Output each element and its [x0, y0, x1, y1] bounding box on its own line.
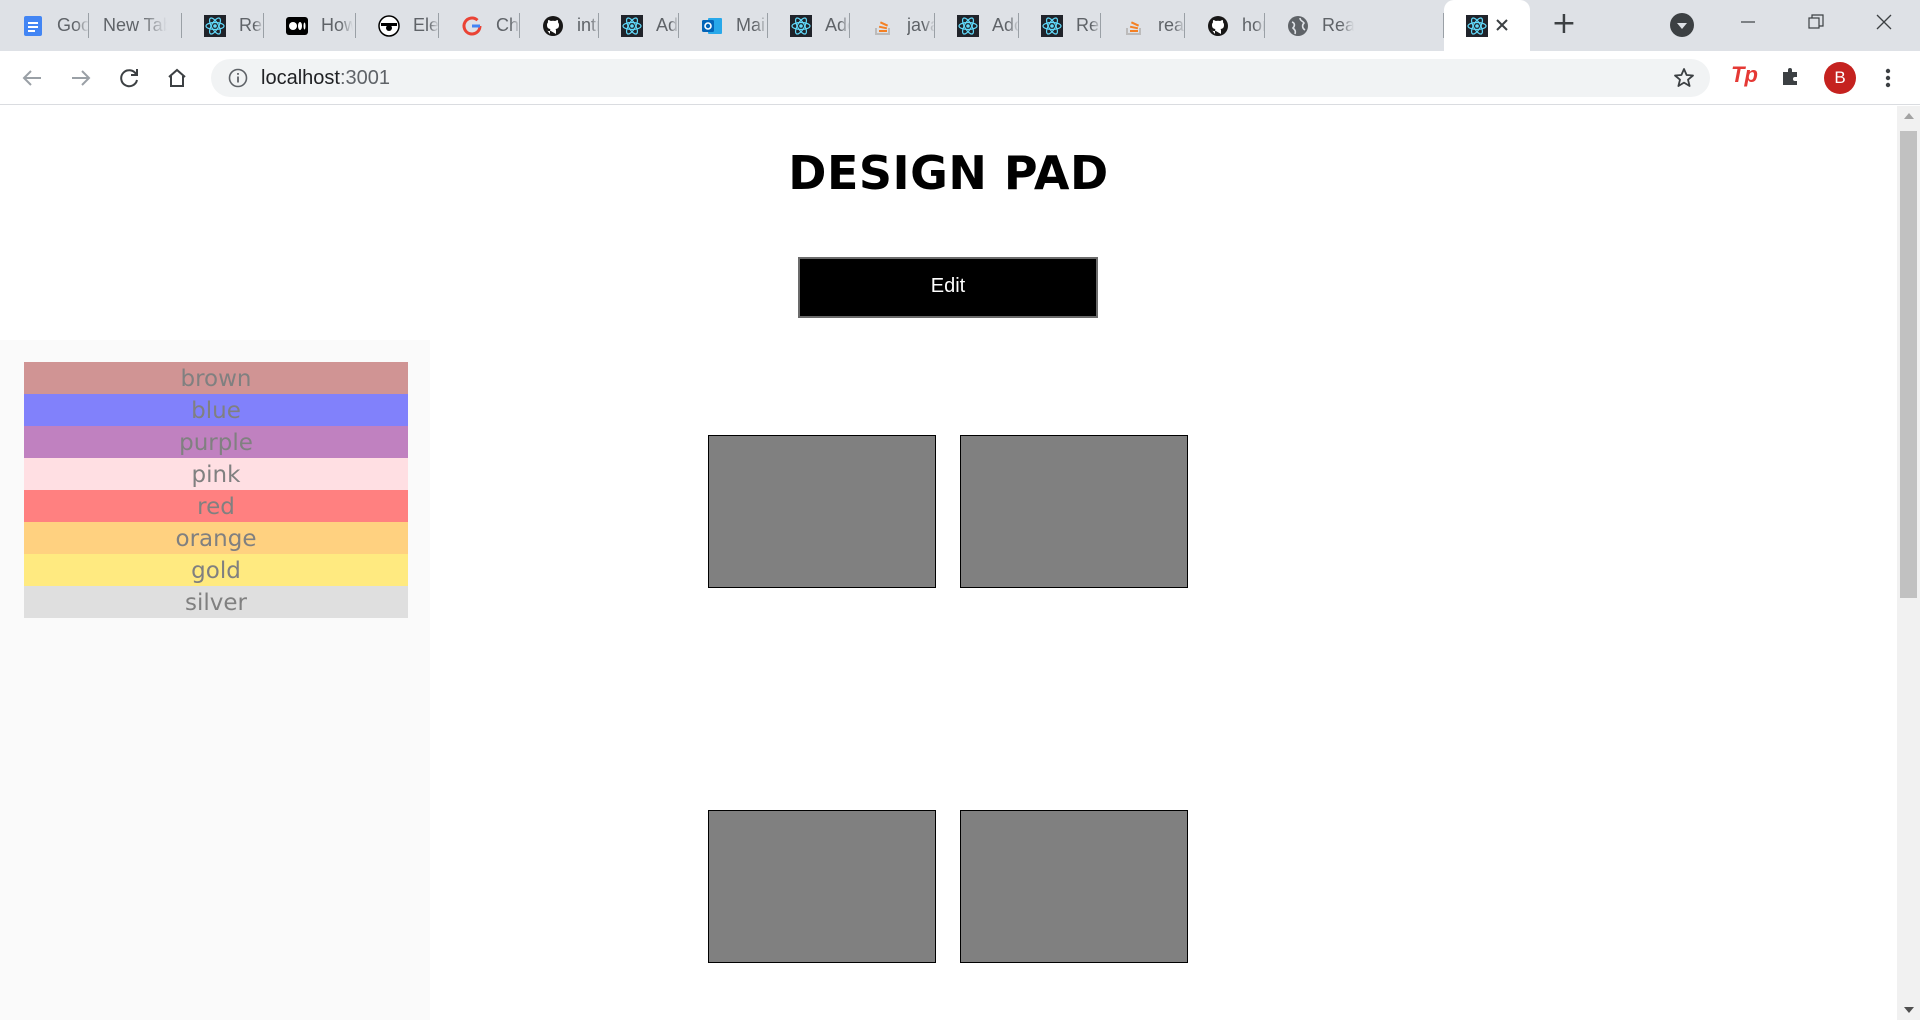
react-icon: [203, 14, 227, 38]
react-icon: [789, 14, 813, 38]
eye-icon: [377, 14, 401, 38]
color-swatch-silver[interactable]: silver: [24, 586, 408, 618]
color-swatch-gold[interactable]: gold: [24, 554, 408, 586]
minimize-icon: [1741, 21, 1755, 23]
color-swatch-brown[interactable]: brown: [24, 362, 408, 394]
close-icon: [1876, 14, 1892, 30]
design-box-2[interactable]: [960, 435, 1188, 588]
browser-tab[interactable]: Adc: [599, 0, 679, 51]
home-icon: [168, 68, 186, 87]
tab-title: hon: [1242, 15, 1265, 35]
react-icon: [1040, 14, 1064, 38]
google-docs-icon: [21, 14, 45, 38]
browser-tab[interactable]: reac: [1101, 0, 1185, 51]
browser-tab[interactable]: Rea: [182, 0, 264, 51]
tab-title: Adc: [992, 15, 1019, 35]
more-vert-icon[interactable]: [1876, 62, 1900, 94]
color-swatch-blue[interactable]: blue: [24, 394, 408, 426]
browser-tab[interactable]: Rea: [1265, 0, 1444, 51]
restore-button[interactable]: [1782, 0, 1850, 44]
home-button[interactable]: [162, 63, 192, 93]
browser-tab[interactable]: Rea: [1019, 0, 1101, 51]
browser-tab[interactable]: java: [850, 0, 935, 51]
react-icon: [956, 14, 980, 38]
info-icon[interactable]: [228, 68, 248, 88]
tab-title: intr: [577, 15, 599, 35]
color-swatch-pink[interactable]: pink: [24, 458, 408, 490]
new-tab-button[interactable]: +: [1549, 9, 1579, 40]
reload-icon: [120, 69, 138, 88]
forward-button[interactable]: [66, 63, 96, 93]
tp-extension-icon[interactable]: Tp: [1731, 62, 1758, 88]
tab-strip: Goo New Tab Rea How Elen Che intr Adc Mai Adc java…: [0, 0, 1920, 51]
tab-title: How: [321, 15, 353, 35]
browser-toolbar: localhost:3001: [0, 51, 1920, 105]
react-icon: [1465, 14, 1489, 38]
stackoverflow-icon: [871, 14, 895, 38]
browser-tab[interactable]: New Tab: [89, 0, 182, 51]
react-icon: [620, 14, 644, 38]
github-icon: [541, 14, 565, 38]
arrow-left-icon: [22, 70, 41, 86]
tab-title: Adc: [825, 15, 850, 35]
color-swatch-red[interactable]: red: [24, 490, 408, 522]
restore-icon: [1808, 14, 1824, 29]
globe-icon: [1286, 14, 1310, 38]
tab-title: Elen: [413, 15, 439, 35]
tab-title: Adc: [656, 15, 679, 35]
close-tab-icon[interactable]: [1490, 13, 1514, 37]
color-swatch-purple[interactable]: purple: [24, 426, 408, 458]
profile-avatar[interactable]: B: [1824, 62, 1856, 94]
scrollbar-thumb[interactable]: [1900, 131, 1917, 598]
tab-title: New Tab: [103, 15, 167, 35]
browser-tab[interactable]: Che: [439, 0, 520, 51]
edit-button[interactable]: Edit: [798, 257, 1098, 318]
tab-search-icon[interactable]: [1670, 13, 1694, 37]
medium-icon: [285, 14, 309, 38]
color-swatch-orange[interactable]: orange: [24, 522, 408, 554]
close-window-button[interactable]: [1850, 0, 1918, 44]
minimize-button[interactable]: [1714, 0, 1782, 44]
address-bar[interactable]: localhost:3001: [211, 59, 1710, 97]
tab-title: Mai: [736, 15, 766, 35]
tab-title: Goo: [57, 15, 89, 35]
browser-tab[interactable]: Elen: [356, 0, 439, 51]
browser-tab[interactable]: Mai: [679, 0, 768, 51]
tab-title: Rea: [239, 15, 264, 35]
color-palette: brown blue purple pink red orange gold silver: [24, 362, 408, 618]
page-viewport: DESIGN PAD Edit brown blue purple pink red or…: [0, 106, 1897, 1020]
design-box-1[interactable]: [708, 435, 936, 588]
browser-tab[interactable]: hon: [1185, 0, 1265, 51]
stackoverflow-icon: [1122, 14, 1146, 38]
scroll-up-arrow-icon[interactable]: [1904, 113, 1914, 119]
scroll-down-arrow-icon[interactable]: [1904, 1007, 1914, 1013]
browser-tab[interactable]: How: [264, 0, 356, 51]
back-button[interactable]: [17, 63, 47, 93]
outlook-icon: [700, 14, 724, 38]
browser-tab[interactable]: Adc: [768, 0, 850, 51]
browser-tab[interactable]: Adc: [935, 0, 1019, 51]
tab-active[interactable]: [1444, 0, 1530, 51]
tab-title: reac: [1158, 15, 1185, 35]
url-text[interactable]: localhost:3001: [261, 59, 390, 97]
github-icon: [1206, 14, 1230, 38]
tab-title: Che: [496, 15, 520, 35]
tab-title: java: [907, 15, 935, 35]
browser-tab[interactable]: intr: [520, 0, 599, 51]
design-box-3[interactable]: [708, 810, 936, 963]
puzzle-extensions-icon[interactable]: [1779, 64, 1803, 88]
browser-tab[interactable]: Goo: [0, 0, 89, 51]
arrow-right-icon: [72, 70, 91, 86]
google-icon: [460, 14, 484, 38]
reload-button[interactable]: [114, 63, 144, 93]
design-box-4[interactable]: [960, 810, 1188, 963]
bookmark-star-icon[interactable]: [1672, 66, 1696, 90]
vertical-scrollbar[interactable]: [1897, 106, 1920, 1020]
tab-title: Rea: [1076, 15, 1101, 35]
tab-title: Rea: [1322, 15, 1354, 35]
page-title: DESIGN PAD: [788, 146, 1109, 200]
